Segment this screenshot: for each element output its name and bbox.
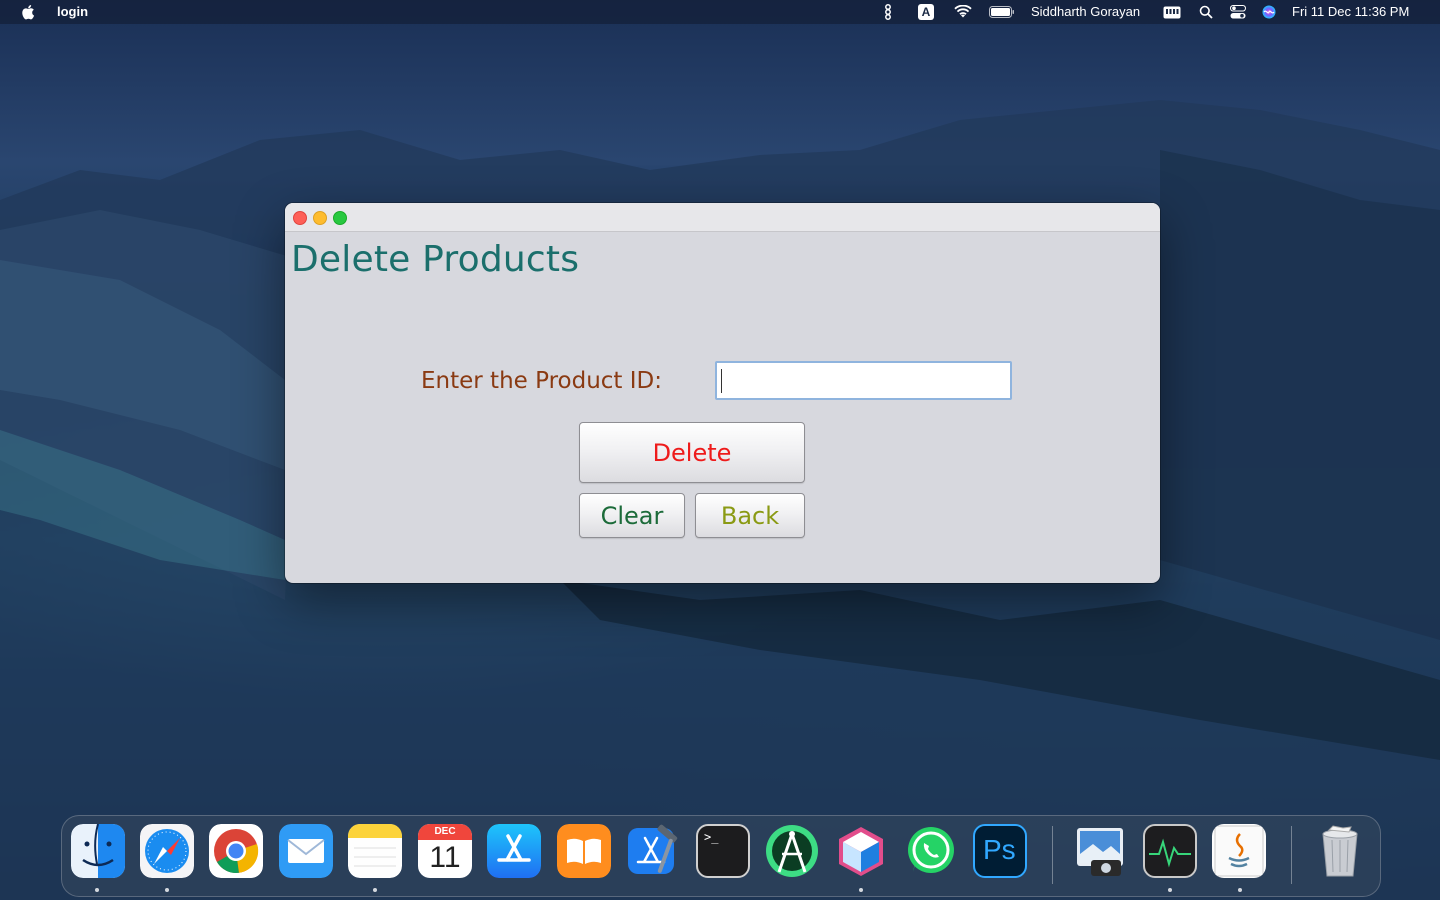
siri-icon[interactable] <box>1261 4 1277 20</box>
photoshop-icon[interactable]: Ps <box>973 824 1027 878</box>
zoom-window-button[interactable] <box>333 211 347 225</box>
xcode-icon[interactable] <box>626 824 680 878</box>
app-store-icon[interactable] <box>487 824 541 878</box>
chrome-icon[interactable] <box>209 824 263 878</box>
whatsapp-icon[interactable] <box>903 824 957 878</box>
box-app-running-indicator <box>859 888 863 892</box>
calendar-day: 11 <box>429 841 461 874</box>
back-button[interactable]: Back <box>695 493 805 538</box>
delete-button[interactable]: Delete <box>579 422 805 483</box>
product-id-label: Enter the Product ID: <box>421 368 662 394</box>
window-titlebar[interactable] <box>285 203 1160 232</box>
page-title: Delete Products <box>291 239 580 280</box>
safari-icon[interactable] <box>140 824 194 878</box>
android-studio-icon[interactable] <box>765 824 819 878</box>
control-center-icon[interactable] <box>1229 4 1247 20</box>
close-window-button[interactable] <box>293 211 307 225</box>
finder-icon[interactable] <box>71 824 125 878</box>
user-name[interactable]: Siddharth Gorayan <box>1031 4 1140 19</box>
script-editor-icon[interactable] <box>881 4 895 20</box>
java-running-indicator <box>1238 888 1242 892</box>
delete-products-window: Delete Products Enter the Product ID: De… <box>285 203 1160 583</box>
calendar-icon[interactable]: DEC 11 <box>418 824 472 878</box>
java-icon[interactable] <box>1212 824 1266 878</box>
activity-monitor-icon[interactable] <box>1143 824 1197 878</box>
box-app-icon[interactable] <box>834 824 888 878</box>
battery-icon[interactable] <box>988 4 1016 20</box>
books-icon[interactable] <box>557 824 611 878</box>
photoshop-label: Ps <box>983 834 1016 865</box>
mail-icon[interactable] <box>279 824 333 878</box>
minimize-window-button[interactable] <box>313 211 327 225</box>
keyboard-icon[interactable] <box>1162 4 1182 20</box>
menubar-clock[interactable]: Fri 11 Dec 11:36 PM <box>1292 4 1409 19</box>
preview-icon[interactable] <box>1073 824 1127 878</box>
trash-icon[interactable] <box>1313 824 1367 878</box>
product-id-input[interactable] <box>715 361 1012 400</box>
wifi-icon[interactable] <box>953 4 973 20</box>
notes-running-indicator <box>373 888 377 892</box>
notes-icon[interactable] <box>348 824 402 878</box>
text-caret <box>721 369 722 393</box>
active-app-name[interactable]: login <box>57 4 88 19</box>
spotlight-icon[interactable] <box>1198 4 1214 20</box>
terminal-prompt: >_ <box>704 830 719 844</box>
finder-running-indicator <box>95 888 99 892</box>
safari-running-indicator <box>165 888 169 892</box>
terminal-icon[interactable]: >_ <box>696 824 750 878</box>
menu-bar: login A Siddharth Gorayan Fri 11 Dec 11:… <box>0 0 1440 24</box>
dock-separator <box>1052 826 1053 884</box>
clear-button[interactable]: Clear <box>579 493 685 538</box>
activity-monitor-running-indicator <box>1168 888 1172 892</box>
dock-separator-trash <box>1291 826 1292 884</box>
apple-icon[interactable] <box>21 3 37 21</box>
input-source-icon[interactable]: A <box>918 4 934 20</box>
